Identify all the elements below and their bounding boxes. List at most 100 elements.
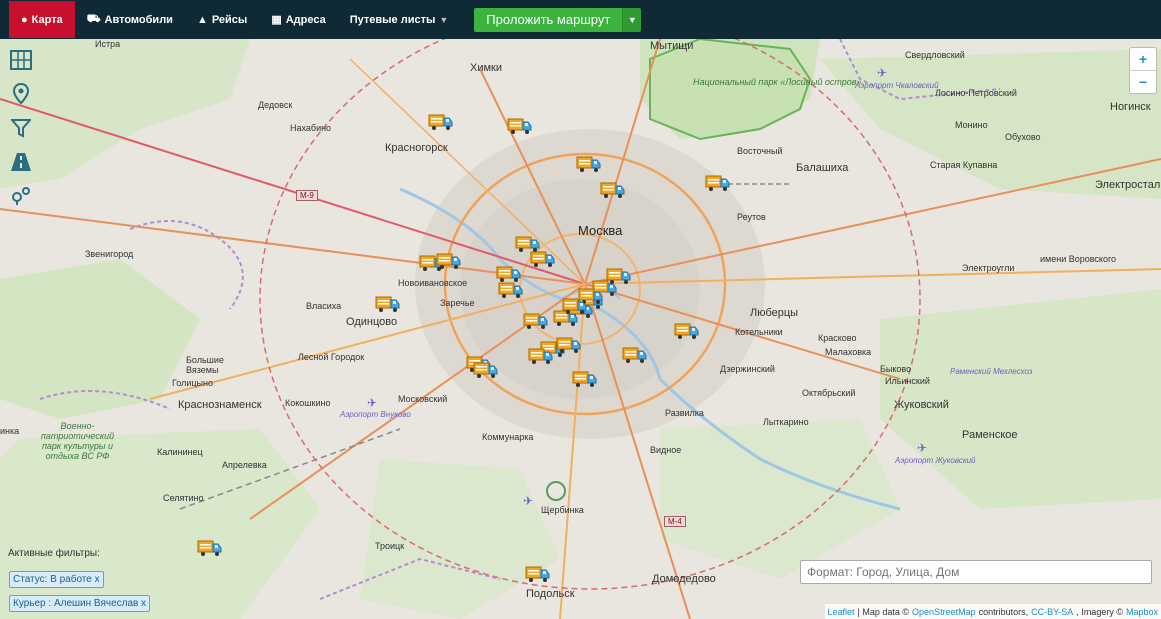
top-navbar: ● Карта ⛟ Автомобили ▲ Рейсы ▦ Адреса Пу… <box>0 0 1161 39</box>
map-label-ramensky-mkhz: Раменский Мехлесхоз <box>950 367 1033 376</box>
map-label-bolshie-vyazemy: Большие Вяземы <box>186 355 224 375</box>
truck-marker[interactable] <box>576 155 602 173</box>
nav-trips-label: Рейсы <box>211 13 248 26</box>
map-label-elektrougli: Электроугли <box>962 263 1015 273</box>
grid-map-icon <box>10 50 32 70</box>
map-label-odintsovo: Одинцово <box>346 316 398 328</box>
nav-waybills[interactable]: Путевые листы ▼ <box>338 1 461 38</box>
truck-marker[interactable] <box>528 347 554 365</box>
map-label-kommunarka: Коммунарка <box>482 432 534 442</box>
map-layers-button[interactable] <box>8 47 34 73</box>
attribution-imagery: , Imagery © <box>1076 606 1123 617</box>
truck-marker[interactable] <box>622 346 648 364</box>
nav-map-label: Карта <box>31 13 63 26</box>
map-label-zhukovsky: Жуковский <box>894 399 949 411</box>
nav-map[interactable]: ● Карта <box>9 1 75 38</box>
truck-marker[interactable] <box>523 312 549 330</box>
caret-down-icon: ▼ <box>439 14 449 25</box>
nav-vehicles-label: Автомобили <box>104 13 173 26</box>
airplane-icon: ✈ <box>367 396 378 410</box>
map-label-monino: Монино <box>955 120 988 130</box>
truck-marker[interactable] <box>705 174 731 192</box>
build-route-button[interactable]: Проложить маршрут ▼ <box>474 7 642 32</box>
map-label-lytkarino: Лыткарино <box>763 417 809 427</box>
delivery-truck-icon <box>674 323 699 339</box>
map-label-lyubertsy: Люберцы <box>750 307 799 319</box>
filter-chip-status[interactable]: Статус: В работе x <box>9 571 104 588</box>
map-label-malakhovka: Малаховка <box>825 347 872 357</box>
truck-marker[interactable] <box>507 117 533 135</box>
nav-addresses[interactable]: ▦ Адреса <box>259 1 337 38</box>
map-label-balashikha: Балашиха <box>796 162 849 174</box>
map-label-razvilka: Развилка <box>665 408 704 418</box>
delivery-truck-icon <box>498 282 523 298</box>
map-label-ramenskoe: Раменское <box>962 429 1018 441</box>
road-button[interactable] <box>8 149 34 175</box>
truck-marker[interactable] <box>498 281 524 299</box>
map-label-losino: Лосино-Петровский <box>935 88 1017 98</box>
map-label-vorovskogo: имени Воровского <box>1040 254 1117 264</box>
truck-marker[interactable] <box>600 181 626 199</box>
filter-button[interactable] <box>8 115 34 141</box>
map-label-troitsk: Троицк <box>375 541 405 551</box>
zoom-out-button[interactable]: − <box>1130 70 1156 93</box>
map-label-lesnoy-gorodok: Лесной Городок <box>298 352 365 362</box>
building-icon: ▦ <box>271 14 282 26</box>
delivery-truck-icon <box>572 371 597 387</box>
map-label-golitsyno: Голицыно <box>172 378 213 388</box>
build-route-label[interactable]: Проложить маршрут <box>474 7 623 32</box>
map-label-airport-chkalovsky: Аэропорт Чкаловский <box>855 81 939 90</box>
marker-button[interactable] <box>8 81 34 107</box>
osm-link[interactable]: OpenStreetMap <box>912 607 976 617</box>
nav-vehicles[interactable]: ⛟ Автомобили <box>75 1 185 38</box>
delivery-truck-icon <box>562 298 587 314</box>
map-label-m9: M-9 <box>296 190 318 201</box>
delivery-truck-icon <box>436 253 461 269</box>
nav-waybills-label: Путевые листы <box>349 13 436 26</box>
map-label-sverdlovsky: Свердловский <box>905 50 965 60</box>
route-dropdown-toggle[interactable]: ▼ <box>622 7 642 32</box>
delivery-truck-icon <box>197 540 222 556</box>
attribution-contributors: contributors, <box>978 606 1029 617</box>
road-icon <box>11 153 31 171</box>
truck-marker[interactable] <box>562 297 588 315</box>
delivery-truck-icon <box>556 337 581 353</box>
airplane-icon: ✈ <box>917 441 928 455</box>
leaflet-link[interactable]: Leaflet <box>828 607 855 617</box>
map-label-kraskovo: Красково <box>818 333 857 343</box>
map-label-krasnoznamensk: Краснознаменск <box>178 399 262 411</box>
map-label-kotelniki: Котельники <box>735 327 783 337</box>
filter-chip-courier[interactable]: Курьер : Алешин Вячеслав x <box>9 595 151 612</box>
truck-marker[interactable] <box>428 113 454 131</box>
truck-marker[interactable] <box>197 539 223 557</box>
truck-marker[interactable] <box>556 336 582 354</box>
delivery-truck-icon <box>523 313 548 329</box>
truck-marker[interactable] <box>674 322 700 340</box>
truck-marker[interactable] <box>436 252 462 270</box>
address-search-input[interactable] <box>800 560 1152 584</box>
nav-trips[interactable]: ▲ Рейсы <box>185 1 259 38</box>
map-label-novoivanovskoe: Новоивановское <box>398 278 468 288</box>
map-label-vidnoe: Видное <box>650 445 682 455</box>
map-view[interactable]: Истра Мытищи Химки Свердловский Национал… <box>0 39 1161 619</box>
mapbox-link[interactable]: Mapbox <box>1126 607 1158 617</box>
map-label-reutov: Реутов <box>737 212 766 222</box>
delivery-truck-icon <box>576 156 601 172</box>
map-label-inka: инка <box>0 426 20 436</box>
map-label-shcherbinka: Щербинка <box>541 505 584 515</box>
truck-marker[interactable] <box>525 565 551 583</box>
route-points-button[interactable] <box>8 183 34 209</box>
map-label-airport-vnukovo: Аэропорт Внуково <box>340 410 411 419</box>
map-label-nakhabino: Нахабино <box>290 123 332 133</box>
map-label-vlasikha: Власиха <box>306 301 342 311</box>
truck-marker[interactable] <box>530 250 556 268</box>
truck-marker[interactable] <box>473 361 499 379</box>
map-label-krasnogorsk: Красногорск <box>385 142 448 154</box>
map-label-national-park: Национальный парк «Лосиный остров» <box>693 77 862 87</box>
truck-marker[interactable] <box>375 295 401 313</box>
license-link[interactable]: CC-BY-SA <box>1031 607 1073 617</box>
map-label-khimki: Химки <box>470 62 503 74</box>
truck-marker[interactable] <box>572 370 598 388</box>
delivery-truck-icon <box>705 175 730 191</box>
zoom-in-button[interactable]: + <box>1130 48 1156 70</box>
